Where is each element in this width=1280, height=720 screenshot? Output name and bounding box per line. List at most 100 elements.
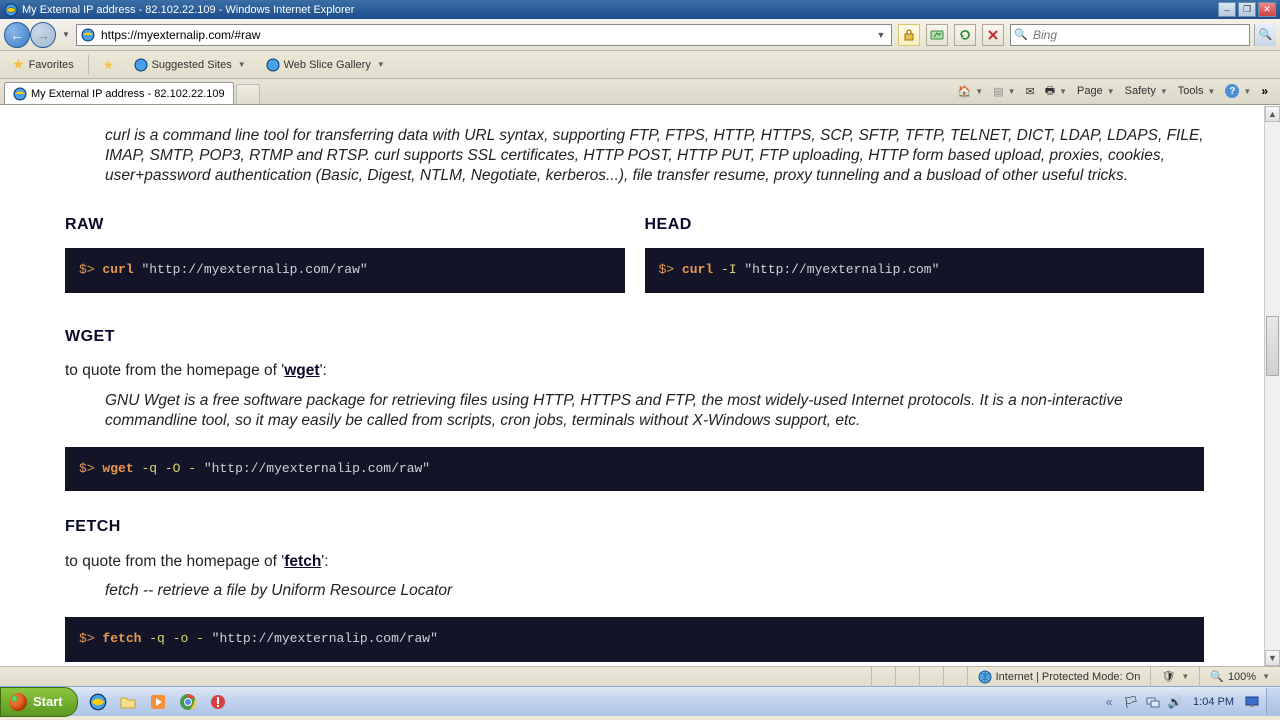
vertical-scrollbar[interactable]: ▲ ▼ [1264,106,1280,666]
fetch-intro: to quote from the homepage of 'fetch': [65,552,1204,572]
home-icon: 🏠 [958,85,972,98]
maximize-button[interactable]: ❐ [1238,2,1256,17]
suggested-sites-link[interactable]: Suggested Sites ▼ [128,56,252,74]
tray-monitor-icon[interactable] [1244,694,1260,710]
app-taskbar-button[interactable] [204,689,232,715]
home-button[interactable]: 🏠▼ [954,83,988,100]
wget-intro: to quote from the homepage of 'wget': [65,361,1204,381]
ie-page-icon [79,26,97,44]
protected-mode-indicator[interactable]: 🛡▼ [1150,667,1199,687]
zoom-level: 100% [1228,671,1256,683]
shield-icon: 🛡 [1161,670,1175,683]
zone-text: Internet | Protected Mode: On [996,671,1141,683]
wget-link[interactable]: wget [284,362,319,379]
fetch-description: fetch -- retrieve a file by Uniform Reso… [105,581,1204,601]
favorites-label: Favorites [29,59,74,71]
scroll-down-button[interactable]: ▼ [1265,650,1280,666]
star-icon: ★ [12,56,25,73]
favorites-bar: ★ Favorites ★ Suggested Sites ▼ Web Slic… [0,51,1280,79]
address-history-dropdown[interactable]: ▼ [873,30,889,40]
tab-strip: My External IP address - 82.102.22.109 🏠… [0,79,1280,105]
search-provider-icon: 🔍 [1013,28,1029,41]
windows-logo-icon [9,693,27,711]
zoom-control[interactable]: 🔍 100% ▼ [1199,667,1280,687]
safety-menu[interactable]: Safety▼ [1121,83,1172,99]
content-area: curl is a command line tool for transfer… [0,105,1280,666]
explorer-taskbar-button[interactable] [114,689,142,715]
refresh-button[interactable] [954,24,976,46]
close-button[interactable]: ✕ [1258,2,1276,17]
recent-pages-dropdown[interactable]: ▼ [60,30,72,39]
suggested-sites-label: Suggested Sites [152,59,232,71]
quick-launch [84,689,232,715]
window-controls: – ❐ ✕ [1218,2,1276,17]
network-icon[interactable] [1145,694,1161,710]
safety-label: Safety [1125,85,1156,97]
curl-raw-code: $> curl "http://myexternalip.com/raw" [65,248,625,293]
minimize-button[interactable]: – [1218,2,1236,17]
new-tab-button[interactable] [236,84,260,104]
search-bar[interactable]: 🔍 [1010,24,1250,46]
search-input[interactable] [1029,28,1247,42]
tab-title: My External IP address - 82.102.22.109 [31,88,225,100]
add-to-favorites-bar-button[interactable]: ★ [97,56,120,74]
start-button[interactable]: Start [0,687,78,717]
stop-button[interactable] [982,24,1004,46]
system-tray: « 🏳 🔊 1:04 PM [1095,694,1266,710]
command-bar: 🏠▼ ▤▼ ✉ 🖶▼ Page▼ Safety▼ Tools▼ ?▼ » [954,78,1276,104]
fetch-link[interactable]: fetch [284,553,321,570]
print-button[interactable]: 🖶▼ [1041,80,1071,103]
chevron-down-icon: ▼ [238,60,246,69]
curl-head-code: $> curl -I "http://myexternalip.com" [645,248,1205,293]
search-go-button[interactable]: 🔍 [1254,24,1276,46]
ie-icon [134,58,148,72]
scroll-thumb[interactable] [1266,316,1279,376]
web-slice-gallery-link[interactable]: Web Slice Gallery ▼ [260,56,391,74]
mail-icon: ✉ [1026,85,1035,98]
zoom-icon: 🔍 [1210,670,1224,683]
status-pane [943,667,967,687]
chrome-taskbar-button[interactable] [174,689,202,715]
tools-menu[interactable]: Tools▼ [1174,83,1220,99]
tools-label: Tools [1178,85,1204,97]
raw-heading: RAW [65,215,625,235]
volume-icon[interactable]: 🔊 [1167,694,1183,710]
security-zone[interactable]: Internet | Protected Mode: On [967,667,1151,687]
page-menu[interactable]: Page▼ [1073,83,1119,99]
wget-description: GNU Wget is a free software package for … [105,391,1204,431]
feeds-button[interactable]: ▤▼ [989,83,1019,100]
back-button[interactable]: ← [4,22,30,48]
compatibility-view-button[interactable] [926,24,948,46]
page-label: Page [1077,85,1103,97]
wget-code: $> wget -q -O - "http://myexternalip.com… [65,447,1204,492]
web-slice-label: Web Slice Gallery [284,59,371,71]
taskbar-clock[interactable]: 1:04 PM [1189,696,1238,708]
address-bar[interactable]: ▼ [76,24,892,46]
print-icon: 🖶 [1045,82,1055,101]
scroll-up-button[interactable]: ▲ [1265,106,1280,122]
tray-expand-icon[interactable]: « [1101,694,1117,710]
forward-button[interactable]: → [30,22,56,48]
flag-icon[interactable]: 🏳 [1123,694,1139,710]
ie-icon [4,3,18,17]
fetch-heading: FETCH [65,517,1204,537]
media-player-taskbar-button[interactable] [144,689,172,715]
browser-tab[interactable]: My External IP address - 82.102.22.109 [4,82,234,104]
show-desktop-button[interactable] [1266,688,1280,716]
webpage-content[interactable]: curl is a command line tool for transfer… [0,106,1264,666]
lock-icon[interactable] [898,24,920,46]
head-heading: HEAD [645,215,1205,235]
navigation-bar: ← → ▼ ▼ 🔍 🔍 [0,19,1280,51]
window-titlebar: My External IP address - 82.102.22.109 -… [0,0,1280,19]
fetch-code: $> fetch -q -o - "http://myexternalip.co… [65,617,1204,662]
help-button[interactable]: ?▼ [1221,82,1255,100]
start-label: Start [33,694,63,709]
favorites-button[interactable]: ★ Favorites [6,54,80,75]
read-mail-button[interactable]: ✉ [1022,83,1039,100]
curl-description: curl is a command line tool for transfer… [105,126,1204,185]
ie-page-icon [13,87,27,101]
ie-taskbar-button[interactable] [84,689,112,715]
toolbar-overflow[interactable]: » [1257,84,1272,98]
url-input[interactable] [97,28,873,42]
wget-heading: WGET [65,327,1204,347]
